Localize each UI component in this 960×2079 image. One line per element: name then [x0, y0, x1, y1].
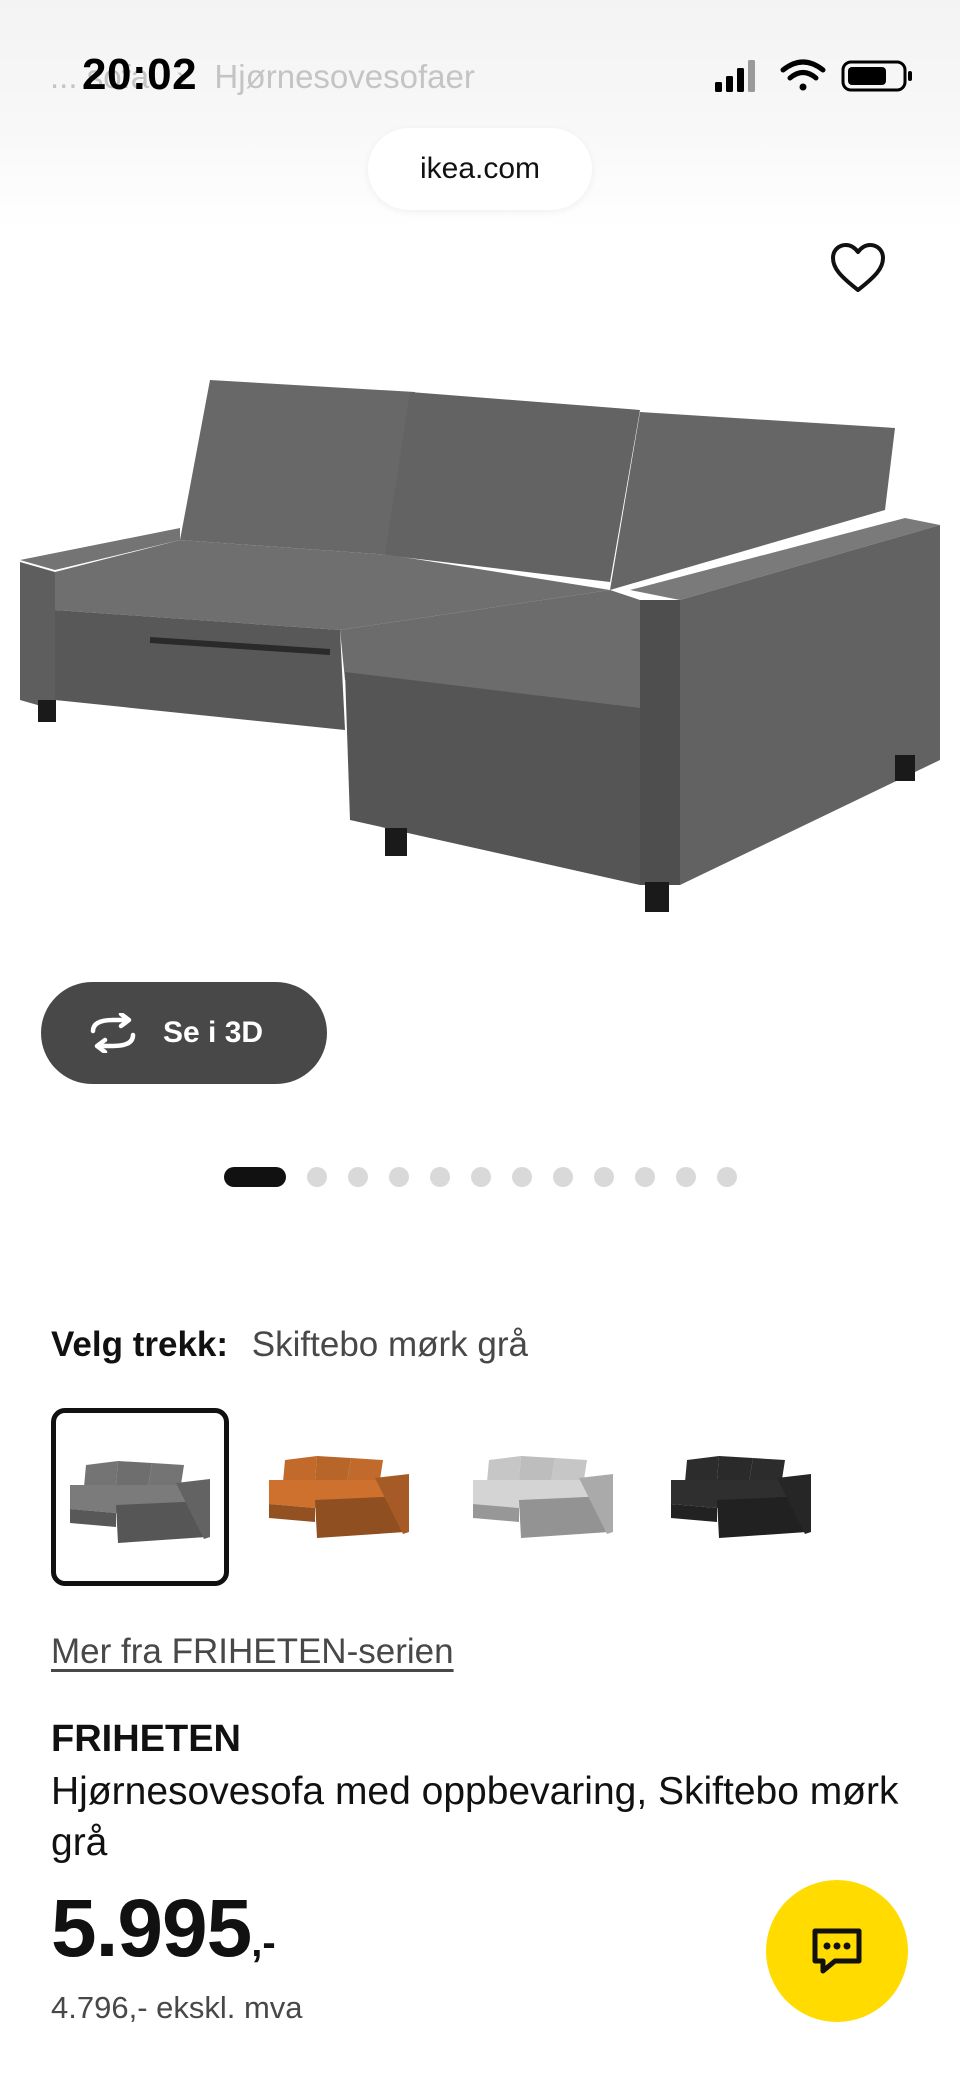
cover-option-orange[interactable]: [255, 1408, 433, 1586]
price-value: 5.995: [51, 1883, 252, 1974]
heart-icon[interactable]: [828, 240, 888, 296]
carousel-dot[interactable]: [594, 1167, 614, 1187]
thumbnail-sofa-part: [519, 1456, 555, 1482]
cover-thumbnail: [70, 1461, 210, 1543]
carousel-dot[interactable]: [307, 1167, 327, 1187]
seat-front: [55, 610, 345, 730]
carousel-dot[interactable]: [224, 1167, 286, 1187]
cover-selection-header: Velg trekk: Skiftebo mørk grå: [51, 1325, 528, 1365]
product-name: FRIHETEN: [51, 1718, 241, 1760]
cover-thumbnail: [671, 1456, 811, 1538]
thumbnail-sofa-part: [84, 1461, 118, 1487]
thumbnail-sofa-part: [717, 1456, 753, 1482]
carousel-dot[interactable]: [512, 1167, 532, 1187]
carousel-indicator[interactable]: [224, 1166, 758, 1188]
cover-options: [51, 1408, 871, 1588]
thumbnail-sofa-part: [315, 1456, 351, 1482]
sofa-leg: [38, 700, 56, 722]
breadcrumb-item[interactable]: Hjørnesovesofaer: [214, 58, 474, 95]
thumbnail-sofa-part: [283, 1456, 317, 1482]
chat-bubble-icon: [812, 1928, 862, 1974]
carousel-dot[interactable]: [348, 1167, 368, 1187]
battery-icon: [841, 60, 912, 92]
cover-label: Velg trekk:: [51, 1325, 229, 1364]
price: 5.995,-: [51, 1882, 276, 1976]
price-excl-vat: 4.796,- ekskl. mva: [51, 1990, 303, 2025]
rotate-3d-icon: [90, 1013, 136, 1053]
status-icons: [715, 59, 912, 92]
sofa-leg: [645, 882, 669, 912]
thumbnail-sofa-part: [487, 1456, 521, 1482]
url-bar[interactable]: ikea.com: [368, 128, 592, 210]
left-arm: [20, 562, 55, 710]
status-time: 20:02: [82, 50, 198, 99]
cover-thumbnail: [269, 1456, 409, 1538]
carousel-dot[interactable]: [471, 1167, 491, 1187]
carousel-dot[interactable]: [717, 1167, 737, 1187]
carousel-dot[interactable]: [676, 1167, 696, 1187]
browser-top-area: ... sofa › Hjørnesovesofaer 20:02 ikea.c…: [0, 0, 960, 230]
product-description: Hjørnesovesofa med oppbevaring, Skiftebo…: [51, 1770, 899, 1864]
thumbnail-sofa-part: [116, 1461, 152, 1487]
cover-option-black[interactable]: [657, 1408, 835, 1586]
carousel-dot[interactable]: [430, 1167, 450, 1187]
back-cushion: [385, 392, 640, 582]
cover-option-light-grey[interactable]: [459, 1408, 637, 1586]
sofa-leg: [385, 828, 407, 856]
breadcrumb-item[interactable]: ...: [50, 58, 78, 95]
price-suffix: ,-: [251, 1921, 276, 1965]
sofa-leg: [895, 755, 915, 781]
carousel-dot[interactable]: [389, 1167, 409, 1187]
cover-thumbnail: [473, 1456, 613, 1538]
back-cushion: [180, 380, 415, 555]
wifi-icon: [780, 59, 826, 91]
thumbnail-sofa-part: [685, 1456, 719, 1482]
product-image[interactable]: [0, 300, 960, 940]
cellular-signal-icon: [715, 60, 755, 92]
carousel-dot[interactable]: [553, 1167, 573, 1187]
series-link[interactable]: Mer fra FRIHETEN-serien: [51, 1632, 454, 1672]
right-arm: [640, 600, 680, 885]
chat-button[interactable]: [766, 1880, 908, 2022]
view-3d-button[interactable]: Se i 3D: [41, 982, 327, 1084]
view-3d-label: Se i 3D: [163, 1016, 264, 1049]
carousel-dot[interactable]: [635, 1167, 655, 1187]
cover-option-dark-grey[interactable]: [51, 1408, 229, 1586]
cover-value: Skiftebo mørk grå: [251, 1325, 528, 1364]
